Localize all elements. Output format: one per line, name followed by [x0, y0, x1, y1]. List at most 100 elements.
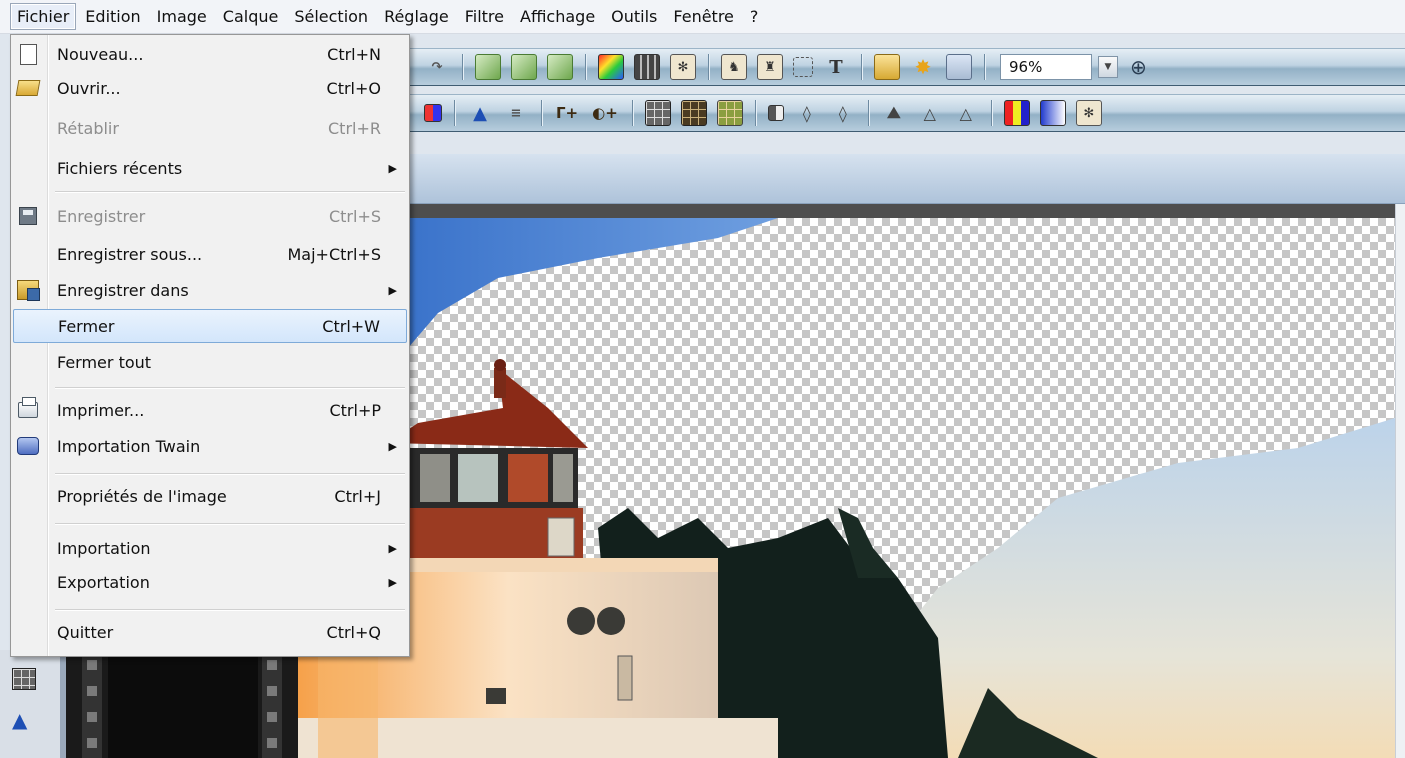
menu-fichier[interactable]: Fichier [10, 3, 77, 30]
menu-item-shortcut: Ctrl+S [328, 206, 381, 226]
menu-selection[interactable]: Sélection [287, 3, 375, 30]
menu-affichage[interactable]: Affichage [513, 3, 602, 30]
menu-item-shortcut: Ctrl+J [334, 486, 381, 506]
menu-separator [55, 609, 405, 610]
redo-icon[interactable]: ↷ [424, 54, 450, 80]
menu-item-ouvrir[interactable]: Ouvrir... Ctrl+O [13, 71, 407, 105]
menu-outils[interactable]: Outils [604, 3, 664, 30]
film-perforations-left [82, 650, 102, 758]
menu-help[interactable]: ? [743, 3, 766, 30]
sharpen-more-icon[interactable]: △ [953, 100, 979, 126]
tool-panel: ▲ [0, 650, 60, 758]
menu-item-exportation[interactable]: Exportation ▶ [13, 565, 407, 599]
menu-item-label: Importation [57, 538, 151, 558]
levels-icon[interactable]: ≡ [503, 100, 529, 126]
save-disk-icon [16, 204, 40, 228]
menu-item-fermer-tout[interactable]: Fermer tout [13, 345, 407, 379]
document-ruler-band [410, 204, 1405, 218]
menu-item-importation[interactable]: Importation ▶ [13, 531, 407, 565]
menu-bar: Fichier Edition Image Calque Sélection R… [0, 0, 1405, 34]
menu-calque[interactable]: Calque [216, 3, 286, 30]
drop-icon[interactable]: ◊ [794, 100, 820, 126]
menu-item-fichiers-recents[interactable]: Fichiers récents ▶ [13, 151, 407, 185]
printer-icon [16, 397, 40, 422]
layer-figure-2-icon[interactable]: ♜ [757, 54, 783, 80]
image-paste-icon[interactable] [511, 54, 537, 80]
main-toolbar: ↷ ✻ ♞ ♜ T ✸ 96% ▼ ⊕ [410, 48, 1405, 86]
toolbar-separator [541, 100, 542, 126]
menu-item-shortcut: Ctrl+Q [326, 622, 381, 642]
filter-icon[interactable] [634, 54, 660, 80]
menu-item-nouveau[interactable]: Nouveau... Ctrl+N [13, 37, 407, 71]
document-tab-strip [410, 154, 1405, 204]
menu-item-enregistrer-dans[interactable]: Enregistrer dans ▶ [13, 273, 407, 307]
grid-icon[interactable] [644, 100, 671, 126]
image-canvas[interactable] [298, 218, 1395, 758]
grid-light-icon[interactable] [716, 100, 743, 126]
menu-fenetre[interactable]: Fenêtre [666, 3, 741, 30]
image-copy-icon[interactable] [475, 54, 501, 80]
menu-separator [55, 387, 405, 388]
contrast-auto-icon[interactable]: ◐+ [590, 100, 620, 126]
menu-item-shortcut: Ctrl+P [329, 400, 381, 420]
menu-item-enregistrer-sous[interactable]: Enregistrer sous... Maj+Ctrl+S [13, 237, 407, 271]
mountain-icon[interactable]: ⛰ [881, 100, 907, 126]
film-hole [87, 660, 97, 670]
toolbar-separator [984, 54, 985, 80]
layer-figure-icon[interactable]: ♞ [721, 54, 747, 80]
menu-item-label: Enregistrer dans [57, 280, 189, 300]
sharpen-icon[interactable]: △ [917, 100, 943, 126]
toolbar-separator [990, 100, 992, 126]
grid-dark-icon[interactable] [680, 100, 707, 126]
film-frame[interactable] [108, 650, 258, 758]
color-add-icon[interactable] [424, 104, 442, 122]
histogram-icon[interactable]: ▲ [467, 100, 493, 126]
gamma-auto-icon[interactable]: Γ+ [554, 100, 580, 126]
toolbar-separator [454, 100, 455, 126]
menu-filtre[interactable]: Filtre [458, 3, 511, 30]
rgb-icon[interactable] [1003, 100, 1030, 126]
selection-icon[interactable] [793, 57, 813, 77]
color-adjust-icon[interactable] [598, 54, 624, 80]
menu-item-shortcut: Ctrl+W [322, 316, 380, 336]
menu-item-proprietes-image[interactable]: Propriétés de l'image Ctrl+J [13, 479, 407, 513]
zoom-in-icon[interactable]: ⊕ [1130, 55, 1147, 79]
vertical-scrollbar[interactable] [1395, 204, 1405, 758]
menu-image[interactable]: Image [150, 3, 214, 30]
film-hole [87, 738, 97, 748]
submenu-arrow-icon: ▶ [388, 439, 397, 453]
menu-edition[interactable]: Edition [78, 3, 147, 30]
menu-item-importation-twain[interactable]: Importation Twain ▶ [13, 429, 407, 463]
menu-item-imprimer[interactable]: Imprimer... Ctrl+P [13, 393, 407, 427]
new-document-icon [16, 42, 40, 66]
brightness-icon[interactable] [767, 105, 784, 121]
menu-item-fermer[interactable]: Fermer Ctrl+W [13, 309, 407, 343]
gradient-icon[interactable] [1039, 100, 1066, 126]
zoom-dropdown-icon[interactable]: ▼ [1098, 56, 1118, 78]
image-new-icon[interactable] [547, 54, 573, 80]
text-tool-icon[interactable]: T [823, 54, 849, 80]
effect-figure-icon[interactable]: ✻ [670, 54, 696, 80]
menu-item-retablir[interactable]: Rétablir Ctrl+R [13, 111, 407, 145]
lighthouse-photo [298, 218, 1395, 758]
menu-reglage[interactable]: Réglage [377, 3, 456, 30]
plugin-gear-icon[interactable]: ✸ [910, 54, 936, 80]
menu-item-quitter[interactable]: Quitter Ctrl+Q [13, 615, 407, 649]
grid-tool-icon[interactable] [12, 668, 36, 690]
menu-item-label: Exportation [57, 572, 150, 592]
drop-double-icon[interactable]: ◊ [830, 100, 856, 126]
menu-item-enregistrer[interactable]: Enregistrer Ctrl+S [13, 199, 407, 233]
film-hole [87, 686, 97, 696]
menu-item-label: Quitter [57, 622, 114, 642]
browser-folder-icon[interactable] [874, 54, 900, 80]
menu-item-shortcut: Ctrl+O [326, 78, 381, 98]
submenu-arrow-icon: ▶ [388, 161, 397, 175]
histogram-tool-icon[interactable]: ▲ [12, 708, 36, 732]
toolbar-separator [631, 100, 633, 126]
film-hole [267, 712, 277, 722]
zoom-input[interactable]: 96% [1000, 54, 1092, 80]
window-icon[interactable] [946, 54, 972, 80]
toolbar-separator [861, 54, 862, 80]
texture-icon[interactable]: ✻ [1075, 100, 1102, 126]
menu-item-shortcut: Ctrl+N [327, 44, 381, 64]
